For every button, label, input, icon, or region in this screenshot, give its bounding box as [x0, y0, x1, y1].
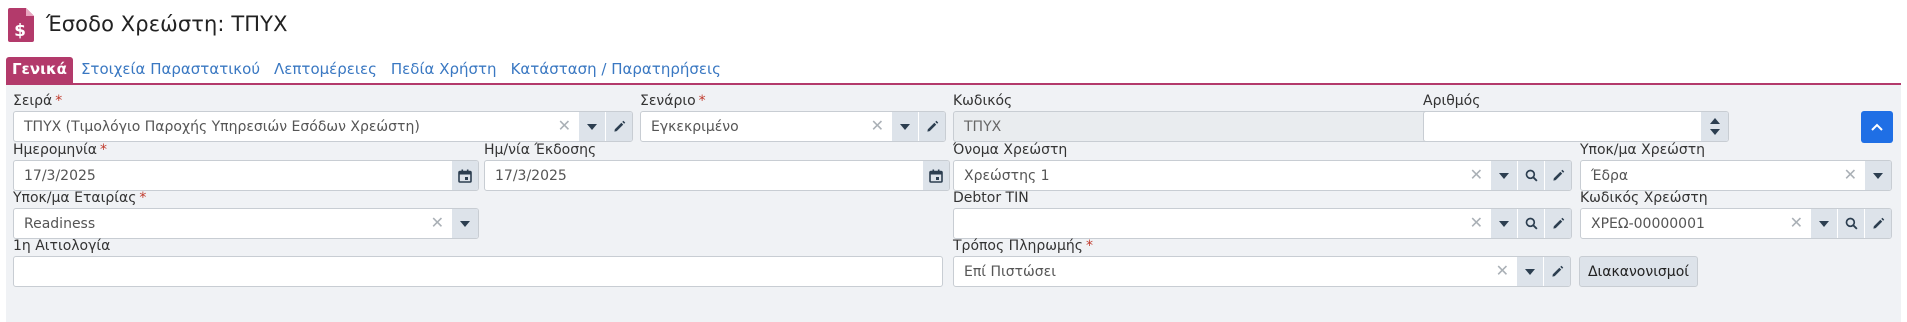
tab-general[interactable]: Γενικά: [6, 57, 73, 83]
issue-date-input[interactable]: 17/3/2025: [484, 160, 950, 191]
scenario-edit-button[interactable]: [918, 112, 945, 141]
series-label: Σειρά *: [13, 93, 63, 109]
tab-document-details[interactable]: Στοιχεία Παραστατικού: [75, 57, 266, 83]
chevron-down-icon: [1499, 172, 1509, 179]
chevron-down-icon: [1819, 220, 1829, 227]
reason-label: 1η Αιτιολογία: [13, 238, 111, 254]
tab-bar: Γενικά Στοιχεία Παραστατικού Λεπτομέρειε…: [6, 56, 729, 83]
number-input[interactable]: [1423, 111, 1729, 142]
number-stepper[interactable]: [1701, 112, 1728, 141]
payment-method-dropdown-button[interactable]: [1516, 257, 1543, 286]
company-branch-select[interactable]: Readiness ✕: [13, 208, 479, 239]
chevron-down-icon: [900, 123, 910, 130]
date-label: Ημερομηνία *: [13, 142, 108, 158]
issue-date-value: 17/3/2025: [495, 168, 567, 184]
payment-method-edit-button[interactable]: [1543, 257, 1570, 286]
payment-method-value: Επί Πιστώσει: [964, 264, 1056, 280]
debtor-code-dropdown-button[interactable]: [1810, 209, 1837, 238]
settlements-button[interactable]: Διακανονισμοί: [1579, 256, 1698, 287]
debtor-code-search-button[interactable]: [1837, 209, 1864, 238]
scenario-select[interactable]: Εγκεκριμένο ✕: [640, 111, 946, 142]
svg-text:$: $: [14, 21, 26, 41]
tab-user-fields[interactable]: Πεδία Χρήστη: [385, 57, 503, 83]
debtor-tin-edit-button[interactable]: [1544, 209, 1571, 238]
code-label: Κωδικός: [953, 93, 1013, 109]
search-icon: [1845, 217, 1858, 230]
debtor-tin-search-button[interactable]: [1517, 209, 1544, 238]
pencil-icon: [1552, 217, 1564, 229]
general-form-panel: Σειρά * ΤΠΥΧ (Τιμολόγιο Παροχής Υπηρεσιών…: [6, 85, 1901, 322]
chevron-up-icon: [1871, 123, 1883, 131]
stepper-up-icon[interactable]: [1709, 118, 1720, 125]
debtor-name-clear-icon[interactable]: ✕: [1470, 166, 1483, 184]
company-branch-label: Υποκ/μα Εταιρίας *: [13, 190, 147, 206]
number-label: Αριθμός: [1423, 93, 1481, 109]
calendar-icon: [929, 169, 943, 183]
debtor-branch-select[interactable]: Έδρα ✕: [1580, 160, 1892, 191]
search-icon: [1525, 217, 1538, 230]
page-header: $ Έσοδο Χρεώστη: ΤΠΥΧ: [0, 0, 1907, 52]
collapse-button[interactable]: [1861, 111, 1893, 143]
chevron-down-icon: [1873, 172, 1883, 179]
pencil-icon: [926, 120, 938, 132]
pencil-icon: [1551, 265, 1563, 277]
debtor-tin-select[interactable]: ✕: [953, 208, 1572, 239]
debtor-tin-dropdown-button[interactable]: [1490, 209, 1517, 238]
series-clear-icon[interactable]: ✕: [558, 117, 571, 135]
issue-date-calendar-button[interactable]: [922, 161, 949, 190]
debtor-tin-clear-icon[interactable]: ✕: [1470, 214, 1483, 232]
debtor-branch-label: Υποκ/μα Χρεώστη: [1580, 142, 1706, 158]
pencil-icon: [1872, 217, 1884, 229]
company-branch-value: Readiness: [24, 216, 96, 232]
date-value: 17/3/2025: [24, 168, 96, 184]
debtor-branch-clear-icon[interactable]: ✕: [1844, 166, 1857, 184]
date-input[interactable]: 17/3/2025: [13, 160, 479, 191]
payment-method-clear-icon[interactable]: ✕: [1496, 262, 1509, 280]
debtor-code-select[interactable]: ΧΡΕΩ-00000001 ✕: [1580, 208, 1892, 239]
scenario-dropdown-button[interactable]: [891, 112, 918, 141]
payment-method-select[interactable]: Επί Πιστώσει ✕: [953, 256, 1571, 287]
chevron-down-icon: [460, 220, 470, 227]
reason-input[interactable]: [13, 256, 943, 287]
scenario-label: Σενάριο *: [640, 93, 706, 109]
series-value: ΤΠΥΧ (Τιμολόγιο Παροχής Υπηρεσιών Εσόδων…: [24, 119, 420, 135]
payment-method-label: Τρόπος Πληρωμής *: [953, 238, 1093, 254]
code-value: ΤΠΥΧ: [964, 119, 1002, 135]
debtor-code-label: Κωδικός Χρεώστη: [1580, 190, 1708, 206]
debtor-branch-dropdown-button[interactable]: [1864, 161, 1891, 190]
tab-details[interactable]: Λεπτομέρειες: [268, 57, 383, 83]
stepper-down-icon[interactable]: [1709, 128, 1720, 135]
debtor-branch-value: Έδρα: [1591, 168, 1629, 184]
chevron-down-icon: [1525, 268, 1535, 275]
chevron-down-icon: [587, 123, 597, 130]
date-calendar-button[interactable]: [451, 161, 478, 190]
debtor-name-label: Όνομα Χρεώστη: [953, 142, 1068, 158]
debtor-name-value: Χρεώστης 1: [964, 168, 1050, 184]
series-select[interactable]: ΤΠΥΧ (Τιμολόγιο Παροχής Υπηρεσιών Εσόδων…: [13, 111, 633, 142]
search-icon: [1525, 169, 1538, 182]
debtor-name-dropdown-button[interactable]: [1490, 161, 1517, 190]
debtor-code-edit-button[interactable]: [1864, 209, 1891, 238]
debtor-name-search-button[interactable]: [1517, 161, 1544, 190]
tab-status-notes[interactable]: Κατάσταση / Παρατηρήσεις: [505, 57, 727, 83]
debtor-tin-label: Debtor TIN: [953, 190, 1029, 206]
pencil-icon: [1552, 169, 1564, 181]
document-dollar-icon: $: [8, 8, 34, 42]
debtor-code-value: ΧΡΕΩ-00000001: [1591, 216, 1705, 232]
pencil-icon: [613, 120, 625, 132]
series-dropdown-button[interactable]: [578, 112, 605, 141]
company-branch-clear-icon[interactable]: ✕: [431, 214, 444, 232]
calendar-icon: [458, 169, 472, 183]
issue-date-label: Ημ/νία Έκδοσης: [484, 142, 597, 158]
scenario-value: Εγκεκριμένο: [651, 119, 739, 135]
chevron-down-icon: [1499, 220, 1509, 227]
company-branch-dropdown-button[interactable]: [451, 209, 478, 238]
debtor-code-clear-icon[interactable]: ✕: [1790, 214, 1803, 232]
page-title: Έσοδο Χρεώστη: ΤΠΥΧ: [46, 12, 288, 36]
debtor-name-select[interactable]: Χρεώστης 1 ✕: [953, 160, 1572, 191]
series-edit-button[interactable]: [605, 112, 632, 141]
debtor-name-edit-button[interactable]: [1544, 161, 1571, 190]
scenario-clear-icon[interactable]: ✕: [871, 117, 884, 135]
